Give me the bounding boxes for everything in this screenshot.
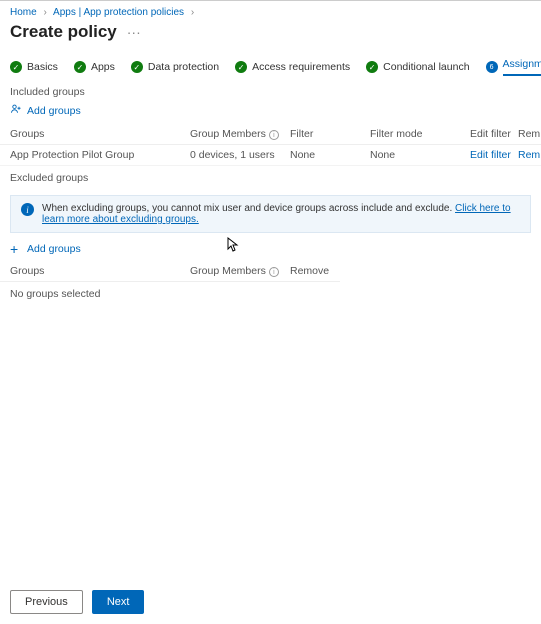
- breadcrumb-home[interactable]: Home: [10, 7, 37, 18]
- group-name: App Protection Pilot Group: [10, 149, 190, 161]
- info-message-bar: i When excluding groups, you cannot mix …: [10, 195, 531, 233]
- info-icon: i: [21, 203, 34, 216]
- check-icon: [131, 61, 143, 73]
- included-groups-table: Groups Group Membersi Filter Filter mode…: [0, 124, 541, 166]
- chevron-right-icon: ›: [39, 7, 50, 18]
- group-members-count: 0 devices, 1 users: [190, 149, 290, 161]
- step-basics[interactable]: Basics: [10, 61, 58, 73]
- included-group-row: App Protection Pilot Group 0 devices, 1 …: [0, 145, 541, 166]
- check-icon: [366, 61, 378, 73]
- col-groups: Groups: [10, 265, 190, 277]
- col-filter: Filter: [290, 128, 370, 140]
- group-filter: None: [290, 149, 370, 161]
- col-remove: Remove: [290, 265, 350, 277]
- check-icon: [74, 61, 86, 73]
- add-included-groups-button[interactable]: Add groups: [0, 101, 541, 124]
- add-groups-label: Add groups: [27, 243, 81, 255]
- col-group-members: Group Membersi: [190, 128, 290, 140]
- check-icon: [10, 61, 22, 73]
- col-filter-mode: Filter mode: [370, 128, 470, 140]
- step-current-icon: [486, 61, 498, 73]
- info-icon[interactable]: i: [269, 130, 279, 140]
- add-groups-label: Add groups: [27, 105, 81, 117]
- info-message-text: When excluding groups, you cannot mix us…: [42, 203, 520, 225]
- step-access-requirements[interactable]: Access requirements: [235, 61, 350, 73]
- col-edit-filter: Edit filter: [470, 128, 518, 140]
- chevron-right-icon: ›: [187, 7, 198, 18]
- wizard-steps: Basics Apps Data protection Access requi…: [0, 50, 541, 80]
- col-remove: Rem: [518, 128, 541, 140]
- col-group-members: Group Membersi: [190, 265, 290, 277]
- step-assignments[interactable]: Assignments: [486, 58, 541, 76]
- edit-filter-link[interactable]: Edit filter: [470, 149, 518, 161]
- included-groups-heading: Included groups: [0, 80, 541, 101]
- remove-group-link[interactable]: Rem: [518, 149, 541, 161]
- breadcrumb-apps[interactable]: Apps | App protection policies: [53, 7, 184, 18]
- step-conditional-launch[interactable]: Conditional launch: [366, 61, 469, 73]
- excluded-groups-heading: Excluded groups: [0, 166, 541, 187]
- info-icon[interactable]: i: [269, 267, 279, 277]
- check-icon: [235, 61, 247, 73]
- plus-icon: +: [10, 243, 22, 255]
- wizard-footer: Previous Next: [0, 582, 541, 624]
- add-person-icon: [10, 103, 22, 118]
- add-excluded-groups-button[interactable]: + Add groups: [0, 241, 541, 261]
- step-apps[interactable]: Apps: [74, 61, 115, 73]
- excluded-groups-table: Groups Group Membersi Remove: [0, 261, 541, 282]
- group-filter-mode: None: [370, 149, 470, 161]
- col-groups: Groups: [10, 128, 190, 140]
- breadcrumb: Home › Apps | App protection policies ›: [0, 1, 541, 22]
- next-button[interactable]: Next: [92, 590, 145, 614]
- excluded-empty-text: No groups selected: [0, 282, 541, 306]
- more-actions-button[interactable]: ···: [127, 24, 141, 40]
- page-title: Create policy: [10, 22, 117, 42]
- previous-button[interactable]: Previous: [10, 590, 83, 614]
- step-data-protection[interactable]: Data protection: [131, 61, 219, 73]
